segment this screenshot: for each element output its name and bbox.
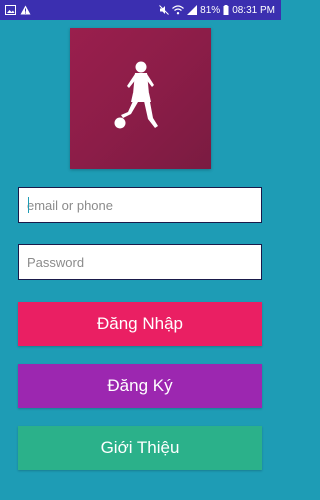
text-cursor	[28, 197, 29, 213]
battery-percent: 81%	[200, 4, 221, 16]
mute-icon	[159, 5, 170, 15]
register-button[interactable]: Đăng Ký	[18, 364, 262, 408]
register-button-label: Đăng Ký	[107, 376, 173, 395]
status-bar-right: 81% 08:31 PM	[159, 5, 281, 16]
intro-button-label: Giới Thiệu	[100, 438, 180, 457]
login-button-label: Đăng Nhập	[96, 314, 183, 333]
email-field[interactable]	[18, 187, 262, 223]
signal-icon	[187, 5, 198, 15]
login-button[interactable]: Đăng Nhập	[18, 302, 262, 346]
app-logo	[70, 28, 211, 169]
image-icon	[5, 5, 16, 15]
wifi-icon	[172, 5, 185, 15]
status-time: 08:31 PM	[232, 4, 275, 16]
password-field[interactable]	[18, 244, 262, 280]
soccer-player-icon	[111, 60, 171, 137]
status-bar: 81% 08:31 PM	[0, 0, 281, 20]
battery-icon	[223, 5, 229, 15]
warning-icon	[20, 5, 31, 15]
intro-button[interactable]: Giới Thiệu	[18, 426, 262, 470]
status-bar-left	[0, 5, 31, 15]
